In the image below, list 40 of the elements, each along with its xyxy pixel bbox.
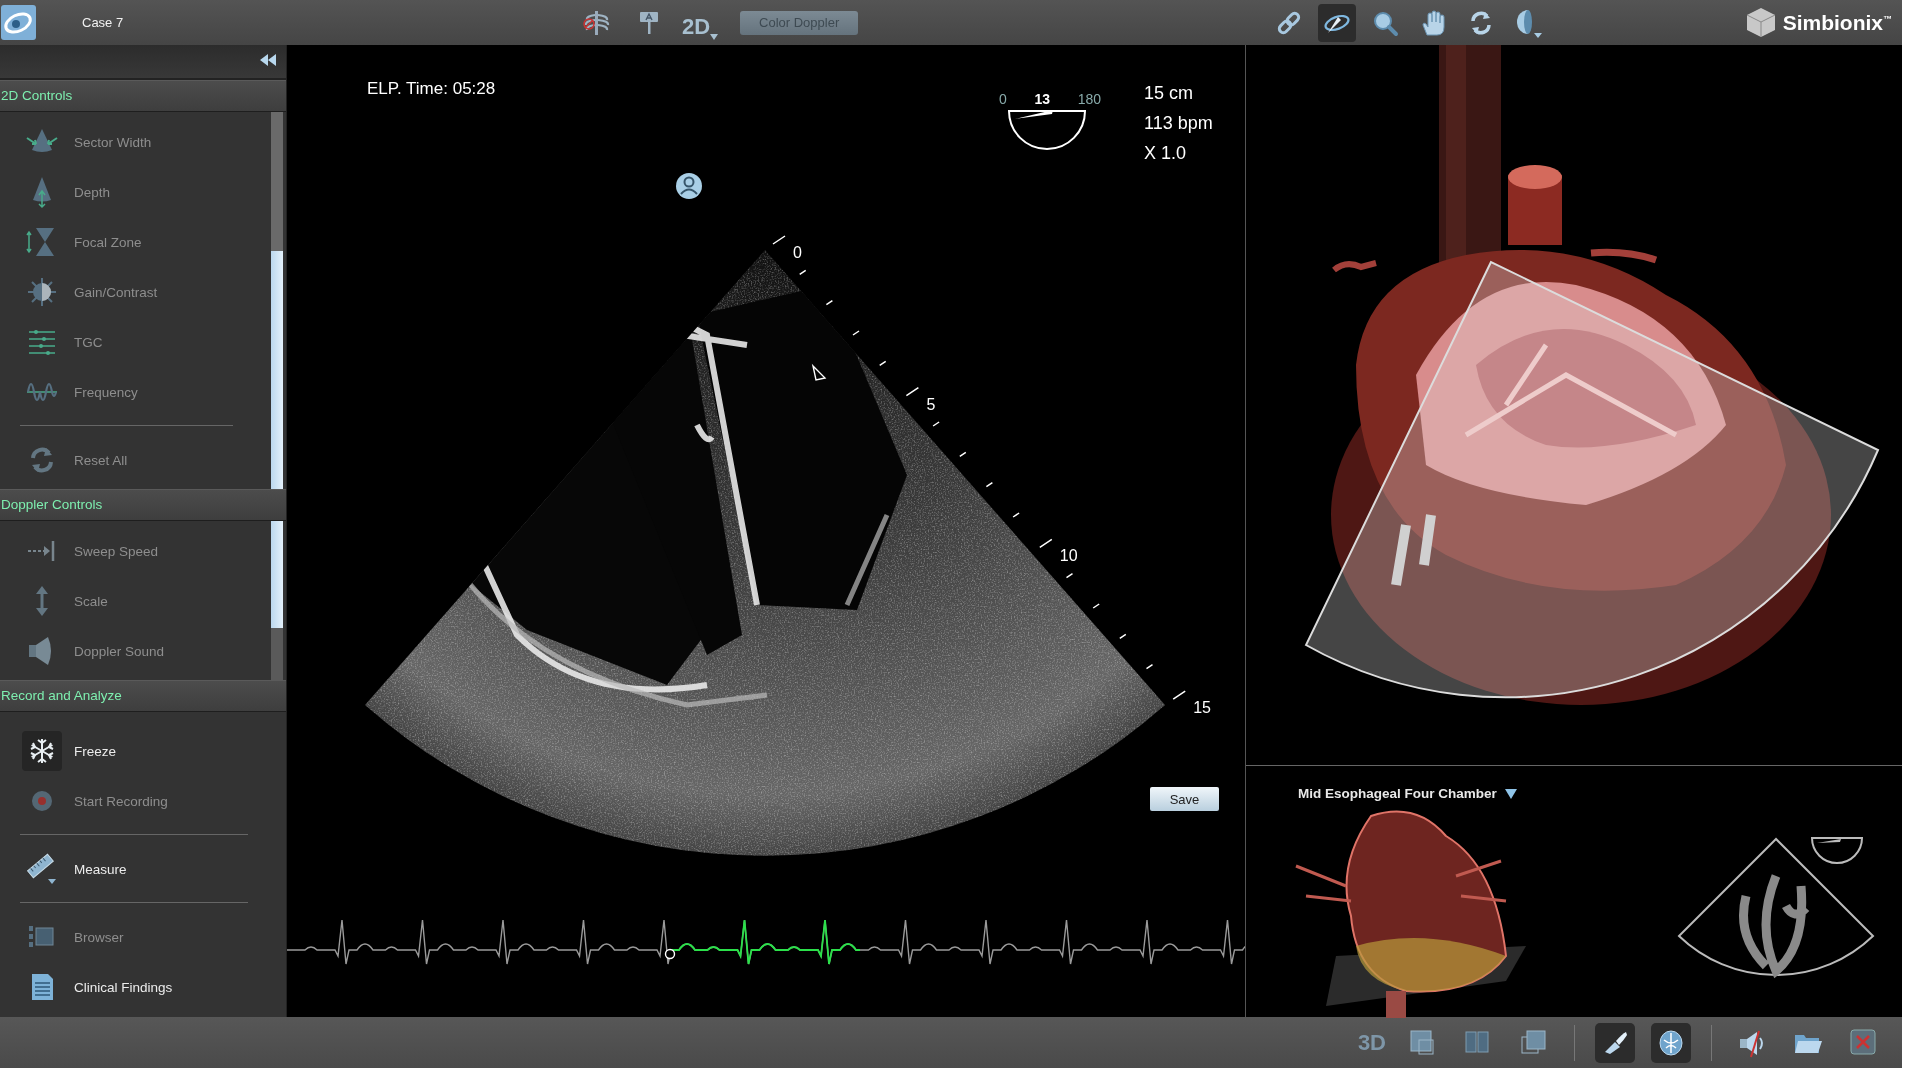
case-title: Case 7 bbox=[82, 15, 124, 30]
elapsed-time: ELP. Time: 05:28 bbox=[367, 79, 496, 99]
depth-label: 5 bbox=[926, 395, 936, 413]
section-header[interactable]: 2D Controls bbox=[0, 80, 286, 112]
readout: 15 cm bbox=[1144, 82, 1195, 105]
section-header[interactable]: Record and Analyze bbox=[0, 680, 286, 712]
scrollbar[interactable] bbox=[271, 112, 283, 489]
mode-button[interactable]: 2D bbox=[682, 5, 719, 40]
readout: 113 bpm bbox=[1144, 112, 1213, 135]
depth-label: 15 bbox=[1193, 699, 1211, 717]
probe-tool-button[interactable] bbox=[1318, 3, 1356, 42]
heart-cross-section-icon bbox=[1656, 1027, 1686, 1058]
3d-mode-button[interactable]: 3D bbox=[1357, 1029, 1386, 1056]
view-selector[interactable]: Mid Esophageal Four Chamber bbox=[1298, 786, 1517, 801]
angle-gauge-icon bbox=[1007, 109, 1087, 151]
triangle-icon bbox=[811, 363, 827, 381]
angle-min: 0 bbox=[999, 91, 1007, 107]
depth-label: 0 bbox=[793, 244, 802, 261]
angle-max: 180 bbox=[1077, 91, 1101, 107]
collapse-button[interactable] bbox=[260, 54, 276, 69]
section-header[interactable]: Doppler Controls bbox=[0, 489, 286, 521]
ultrasound-logo-icon bbox=[0, 4, 37, 41]
scrollbar[interactable] bbox=[271, 521, 283, 680]
heart-button[interactable] bbox=[1651, 1022, 1691, 1063]
angle-value: 13 bbox=[1034, 91, 1050, 107]
double-left-arrow-icon bbox=[260, 54, 276, 66]
caret-icon bbox=[710, 33, 719, 40]
probe-button[interactable] bbox=[1595, 1022, 1635, 1063]
brand-name: Simbionix$^{™}$ bbox=[1782, 10, 1892, 35]
dropdown-caret-icon bbox=[1504, 788, 1517, 799]
cube-logo-icon bbox=[1744, 6, 1777, 39]
close-icon bbox=[1849, 1027, 1879, 1058]
save-button[interactable]: Save bbox=[1150, 787, 1219, 811]
user-icon bbox=[676, 173, 702, 199]
single-frame-icon bbox=[1407, 1027, 1437, 1058]
readout: X 1.0 bbox=[1144, 142, 1188, 165]
depth-label: 10 bbox=[1059, 547, 1078, 565]
sidebar-item[interactable]: Measure bbox=[0, 844, 127, 894]
sidebar-item[interactable]: Freeze bbox=[0, 726, 117, 776]
sidebar-item[interactable]: Clinical Findings bbox=[0, 962, 173, 1012]
